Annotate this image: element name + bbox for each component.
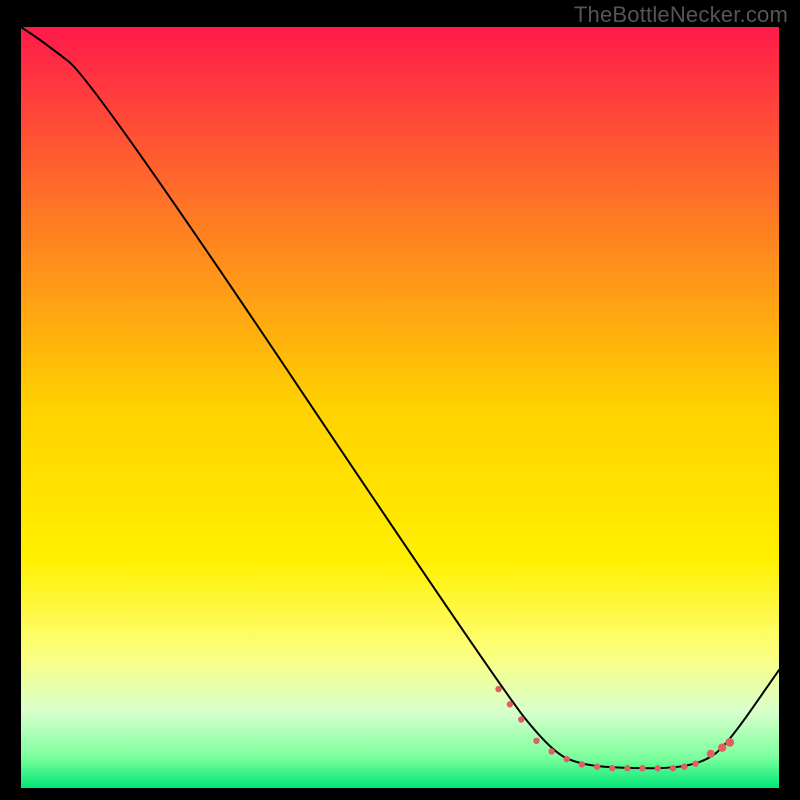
- data-marker: [579, 761, 585, 767]
- data-marker: [639, 765, 645, 771]
- data-marker: [655, 765, 661, 771]
- data-marker: [692, 760, 698, 766]
- data-marker: [495, 686, 501, 692]
- data-marker: [725, 738, 734, 747]
- bottleneck-chart: [0, 0, 800, 800]
- data-marker: [594, 763, 600, 769]
- data-marker: [718, 743, 726, 751]
- data-marker: [518, 716, 524, 722]
- data-marker: [707, 750, 715, 758]
- data-marker: [609, 765, 615, 771]
- plot-background: [21, 27, 779, 788]
- data-marker: [670, 765, 676, 771]
- watermark-text: TheBottleNecker.com: [574, 2, 788, 28]
- chart-container: TheBottleNecker.com: [0, 0, 800, 800]
- data-marker: [533, 738, 539, 744]
- data-marker: [624, 765, 630, 771]
- data-marker: [564, 756, 570, 762]
- data-marker: [548, 748, 554, 754]
- data-marker: [681, 763, 687, 769]
- data-marker: [507, 701, 513, 707]
